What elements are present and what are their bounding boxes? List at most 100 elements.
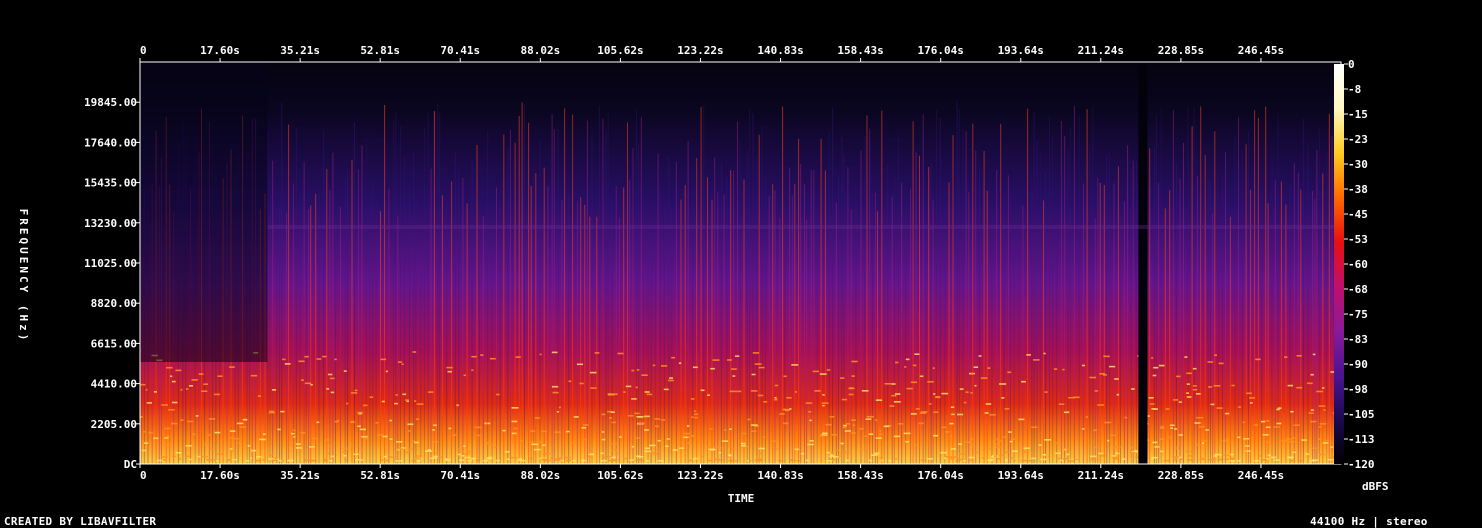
transient-stripe <box>680 199 682 464</box>
harmonic-dash <box>433 441 439 443</box>
harmonic-dash <box>879 430 882 432</box>
transient-stripe <box>1214 131 1216 465</box>
harmonic-dash <box>844 430 851 432</box>
x-tick-label-top: 17.60s <box>200 44 240 57</box>
colorbar-tick-label: -15 <box>1348 108 1368 121</box>
x-tick-label-top: 246.45s <box>1238 44 1284 57</box>
harmonic-dash <box>165 435 170 438</box>
harmonic-dash <box>161 456 168 458</box>
harmonic-dash <box>534 417 541 419</box>
harmonic-dash <box>883 425 890 428</box>
harmonic-dash <box>941 392 949 395</box>
harmonic-dash <box>153 437 159 440</box>
harmonic-dash <box>1158 364 1165 367</box>
harmonic-dash <box>1208 458 1216 461</box>
harmonic-dash <box>1192 388 1198 391</box>
harmonic-dash <box>1114 378 1119 380</box>
harmonic-dash <box>940 451 947 454</box>
x-tick-label-top: 88.02s <box>520 44 560 57</box>
spectrogram-figure: 0 17.60s 35.21s 52.81s 70.41s 88.02s 105.62s 12… <box>17 44 1389 505</box>
transient-stripe <box>905 213 907 464</box>
harmonic-dash <box>531 443 538 446</box>
harmonic-dash <box>1070 460 1075 462</box>
harmonic-dash <box>1094 446 1100 449</box>
harmonic-dash <box>219 440 223 442</box>
transient-stripe <box>586 120 588 464</box>
harmonic-dash <box>1217 458 1223 461</box>
harmonic-dash <box>542 444 546 446</box>
harmonic-dash <box>619 436 622 438</box>
harmonic-dash <box>489 357 496 360</box>
harmonic-dash <box>1064 411 1070 414</box>
harmonic-dash <box>603 456 607 459</box>
harmonic-dash <box>263 433 266 435</box>
transient-stripe <box>1218 209 1220 464</box>
harmonic-dash <box>732 375 736 377</box>
x-tick-label-bottom: 17.60s <box>200 469 240 482</box>
harmonic-dash <box>175 452 182 454</box>
colorbar-tick-label: -45 <box>1348 208 1368 221</box>
transient-stripe <box>326 169 328 464</box>
transient-stripe <box>420 213 422 464</box>
harmonic-dash <box>293 429 296 432</box>
harmonic-dash <box>789 459 796 461</box>
harmonic-dash <box>953 456 959 458</box>
harmonic-dash <box>375 422 379 424</box>
harmonic-dash <box>710 367 715 370</box>
transient-stripe <box>1183 142 1184 465</box>
transient-stripe <box>627 122 628 464</box>
x-tick-label-bottom: 123.22s <box>677 469 723 482</box>
harmonic-dash <box>329 377 335 380</box>
transient-stripe <box>1022 205 1024 465</box>
transient-stripe <box>925 202 927 464</box>
harmonic-dash <box>969 437 974 440</box>
harmonic-dash <box>686 425 690 427</box>
harmonic-dash <box>369 396 374 398</box>
harmonic-dash <box>389 456 392 458</box>
x-tick-label-top: 52.81s <box>360 44 400 57</box>
harmonic-dash <box>153 391 157 393</box>
harmonic-dash <box>1246 392 1252 395</box>
transient-stripe <box>1056 218 1058 464</box>
harmonic-dash <box>269 410 275 413</box>
harmonic-dash <box>1229 460 1236 462</box>
harmonic-dash <box>187 420 194 423</box>
transient-stripe <box>1285 204 1287 464</box>
harmonic-dash <box>654 418 660 420</box>
harmonic-dash <box>874 452 880 455</box>
transient-stripe <box>372 181 374 464</box>
harmonic-dash <box>1066 453 1070 456</box>
harmonic-dash <box>580 459 586 462</box>
transient-stripe <box>1297 172 1299 465</box>
transient-stripe <box>756 156 758 464</box>
harmonic-dash <box>851 360 858 363</box>
harmonic-dash <box>1178 434 1183 436</box>
harmonic-dash <box>566 459 570 462</box>
harmonic-dash <box>1098 452 1104 455</box>
transient-stripe <box>539 141 541 465</box>
transient-stripe <box>1193 106 1195 464</box>
transient-stripe <box>521 102 523 464</box>
harmonic-dash <box>377 434 384 436</box>
harmonic-dash <box>309 446 315 448</box>
harmonic-dash <box>467 450 472 453</box>
harmonic-dash <box>948 457 955 460</box>
harmonic-dash <box>255 456 262 458</box>
harmonic-dash <box>327 373 333 376</box>
harmonic-dash <box>510 456 518 459</box>
transient-stripe <box>798 138 800 465</box>
harmonic-dash <box>1134 450 1138 452</box>
harmonic-dash <box>737 449 740 451</box>
harmonic-dash <box>879 433 883 435</box>
transient-stripe <box>1007 175 1009 464</box>
transient-stripe <box>629 179 631 464</box>
harmonic-dash <box>1186 459 1194 461</box>
harmonic-dash <box>945 456 952 458</box>
harmonic-dash <box>957 413 964 416</box>
harmonic-dash <box>691 416 694 418</box>
transient-stripe <box>478 207 480 464</box>
harmonic-dash <box>859 428 864 430</box>
harmonic-dash <box>415 457 421 460</box>
transient-stripe <box>714 157 716 464</box>
harmonic-dash <box>1322 442 1329 444</box>
